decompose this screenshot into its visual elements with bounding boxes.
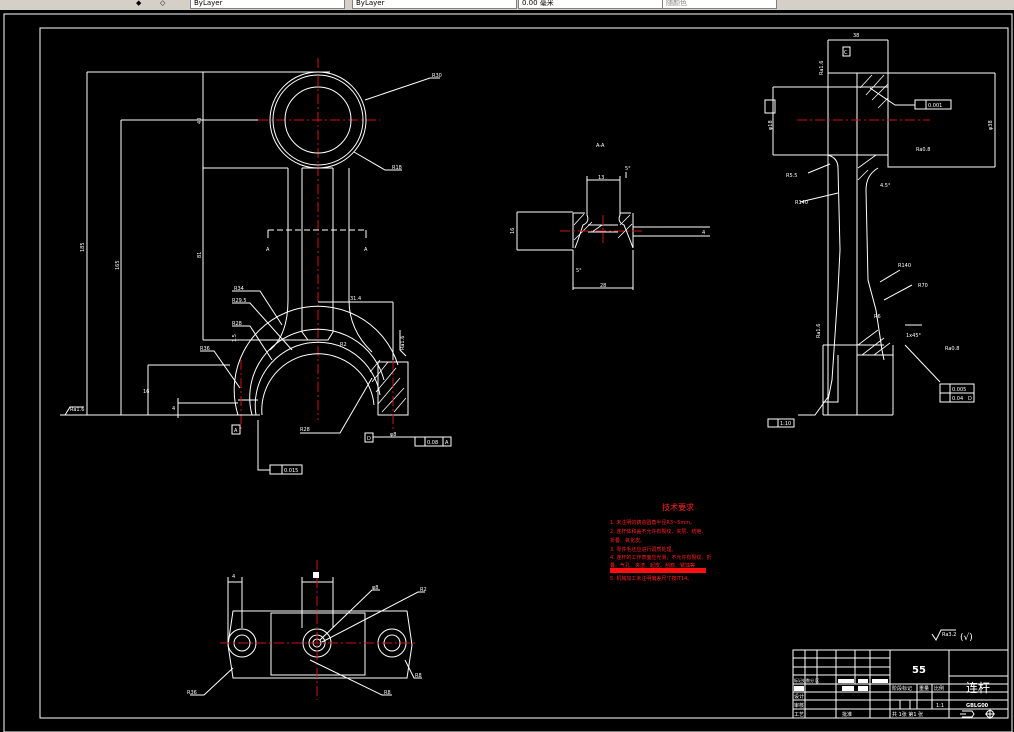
dim-r36: R36 <box>200 346 210 352</box>
dim-r29-5: R29.5 <box>232 298 247 304</box>
part-name: 连杆 <box>966 680 990 695</box>
tol-value-2: 0.04 <box>952 396 963 402</box>
section-title: A-A <box>596 143 605 149</box>
dim-16: 16 <box>143 389 149 395</box>
side-ra-mid: Ra0.8 <box>916 147 930 153</box>
side-ra-top: Ra1.6 <box>819 61 825 75</box>
dim-40: 40 <box>197 118 203 124</box>
side-dia-right: φ38 <box>988 120 994 130</box>
dim-r30: R30 <box>432 73 442 79</box>
section-dim-4: 4 <box>702 230 705 236</box>
stage-label: 阶段标记 <box>892 685 912 692</box>
side-r70: R70 <box>918 283 928 289</box>
tech-req-line: 5. 机械加工未注明偏差尺寸按IT14。 <box>610 575 692 582</box>
dim-31-4: 31.4 <box>350 296 361 302</box>
layer-state-icon[interactable]: ◆ <box>136 0 146 7</box>
drawing-number: GBLG00 <box>966 703 989 709</box>
tech-req-line: 2. 连杆体和盖不允许有裂纹、夹层、结疤、 <box>610 528 706 535</box>
side-chamfer: 1x45° <box>906 333 922 339</box>
tol-datum: D <box>968 396 972 402</box>
process-label: 工艺 <box>794 712 804 718</box>
perpendicularity-value: 0.08 <box>427 440 438 446</box>
datum-a: A <box>234 428 238 434</box>
side-r140-a: R140 <box>795 200 808 206</box>
tech-req-line: 叠、气孔、夹渣、起皮、刮痕、锈蚀等 <box>610 562 695 569</box>
dim-1-5: 1.5 <box>232 334 238 342</box>
plotstyle-select[interactable]: 随颜色 <box>662 0 777 9</box>
dim-r34: R34 <box>234 286 244 292</box>
dim-r2: R2 <box>340 342 347 348</box>
tech-req-highlight <box>610 568 706 573</box>
dim-r28-bore: R28 <box>300 427 310 433</box>
parallel-value: 0.001 <box>928 103 942 109</box>
scale-value: 1:1 <box>936 703 944 709</box>
side-r5-5: R5.5 <box>786 173 797 179</box>
side-ra-bottom-left: Ra1.6 <box>816 324 822 338</box>
bottom-dim-4: 4 <box>232 574 235 580</box>
roughness-value: Ra3.2 <box>942 632 956 638</box>
bottom-r8-right: R8 <box>415 673 422 679</box>
dim-4: 4 <box>172 406 175 412</box>
taper-value: 1:10 <box>780 421 791 427</box>
dim-185: 185 <box>80 242 86 252</box>
drawing-canvas[interactable]: R30 R18 185 165 81 40 A A R34 R29.5 R28 … <box>0 10 1014 732</box>
lineweight-select[interactable]: 0.00 毫米 <box>518 0 663 9</box>
section-dim-13: 13 <box>598 175 604 181</box>
canvas-background <box>0 10 1014 732</box>
roughness-ra1-6-left: Ra1.6 <box>70 407 84 413</box>
material: 55 <box>912 665 926 676</box>
section-draft-bottom: 5° <box>576 268 582 274</box>
tech-req-line: 1. 未注明的铸造圆角半径R3~5mm。 <box>610 519 695 526</box>
section-dim-28: 28 <box>600 283 606 289</box>
layer-icon[interactable]: ◇ <box>160 0 170 7</box>
section-draft-top: 5° <box>625 166 631 172</box>
linetype-select[interactable]: ByLayer <box>352 0 517 9</box>
approve-label: 批准 <box>842 711 852 718</box>
tech-req-title: 技术要求 <box>662 502 694 512</box>
side-dia-left: φ18 <box>768 120 774 130</box>
tech-req-line: 4. 连杆的工作表面应光滑，不允许有裂纹、折 <box>610 554 711 561</box>
design-label: 设计 <box>794 693 804 700</box>
scale-label: 比例 <box>934 685 944 692</box>
tol-value-1: 0.005 <box>952 387 966 393</box>
review-label: 审核 <box>794 702 804 709</box>
side-dim-top: 38 <box>853 33 859 39</box>
dim-81: 81 <box>197 252 203 258</box>
sheet-count: 共 1张 第1 张 <box>892 711 923 718</box>
bottom-r8: R8 <box>384 690 391 696</box>
bottom-r2: R2 <box>420 587 427 593</box>
datum-d: D <box>367 436 371 442</box>
tech-req-line: 折叠、氧化皮。 <box>610 537 645 544</box>
roughness-ra1-6-right: Ra1.6 <box>400 336 406 350</box>
perpendicularity-datum: A <box>445 440 449 446</box>
side-ra-bottom: Ra0.8 <box>945 346 959 352</box>
side-r140-b: R140 <box>898 263 911 269</box>
section-mark-right: A <box>364 247 368 253</box>
color-select[interactable]: ByLayer <box>190 0 345 9</box>
bottom-dim-box <box>313 572 319 578</box>
roughness-other: (√) <box>960 632 973 643</box>
flatness-value: 0.015 <box>284 468 298 474</box>
dim-r18: R18 <box>392 165 402 171</box>
section-dim-16: 16 <box>510 228 516 234</box>
tech-req-line: 3. 零件毛坯应进行调质处理。 <box>610 546 676 553</box>
side-mark: R6 <box>874 314 881 320</box>
side-angle: 4.5° <box>880 183 891 189</box>
dim-165: 165 <box>115 260 121 270</box>
section-mark-left: A <box>266 247 270 253</box>
dim-r28: R28 <box>232 321 242 327</box>
bottom-phi8: φ8 <box>372 585 378 591</box>
bottom-r36: R36 <box>187 690 197 696</box>
weight-label: 重量 <box>919 685 929 692</box>
mark-label: 标记处数分 区 <box>794 677 819 683</box>
datum-c: C <box>844 50 848 56</box>
